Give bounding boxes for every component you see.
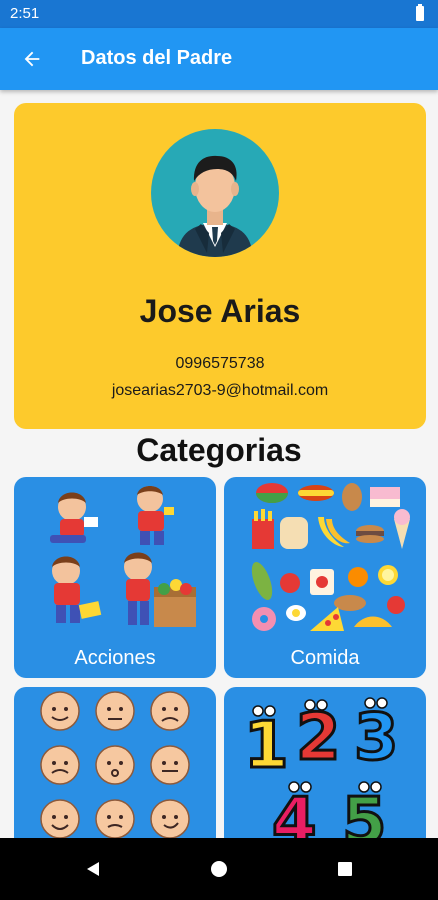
triangle-back-icon [87, 862, 99, 876]
profile-name: Jose Arias [139, 293, 301, 329]
svg-text:1: 1 [244, 709, 289, 783]
user-avatar-icon [177, 155, 253, 257]
category-label: Acciones [74, 647, 156, 669]
profile-email: josearias2703-9@hotmail.com [111, 382, 329, 399]
back-button[interactable] [14, 41, 50, 77]
arrow-left-icon [24, 51, 40, 67]
section-title: Categorias [136, 432, 302, 468]
food-illustration [251, 483, 410, 631]
category-label: Comida [290, 647, 360, 669]
category-card-acciones[interactable]: Acciones [14, 477, 216, 678]
category-card-comida[interactable]: Comida [224, 477, 426, 678]
square-recents-icon [338, 862, 352, 876]
profile-phone: 0996575738 [175, 355, 265, 372]
avatar [151, 129, 279, 257]
nav-back-button[interactable] [78, 854, 108, 884]
circle-home-icon [211, 861, 227, 877]
nav-home-button[interactable] [204, 854, 234, 884]
kids-actions-illustration [50, 486, 196, 627]
svg-text:2: 2 [296, 701, 341, 775]
profile-card: Jose Arias 0996575738 josearias2703-9@ho… [14, 103, 426, 429]
main-content[interactable]: Jose Arias 0996575738 josearias2703-9@ho… [0, 90, 438, 838]
category-card-emotions[interactable] [14, 687, 216, 838]
nav-recents-button[interactable] [330, 854, 360, 884]
app-bar: Datos del Padre [0, 28, 438, 90]
faces-illustration [40, 691, 190, 838]
system-nav-bar [0, 838, 438, 900]
battery-icon [416, 4, 424, 21]
numbers-illustration: 1 2 3 4 5 [243, 697, 400, 838]
svg-text:4: 4 [272, 785, 317, 838]
category-card-numbers[interactable]: 1 2 3 4 5 [224, 687, 426, 838]
status-bar: 2:51 [0, 0, 438, 28]
page-title: Datos del Padre [81, 47, 233, 69]
svg-text:3: 3 [354, 701, 399, 775]
status-time: 2:51 [10, 5, 40, 22]
svg-text:5: 5 [342, 785, 387, 838]
